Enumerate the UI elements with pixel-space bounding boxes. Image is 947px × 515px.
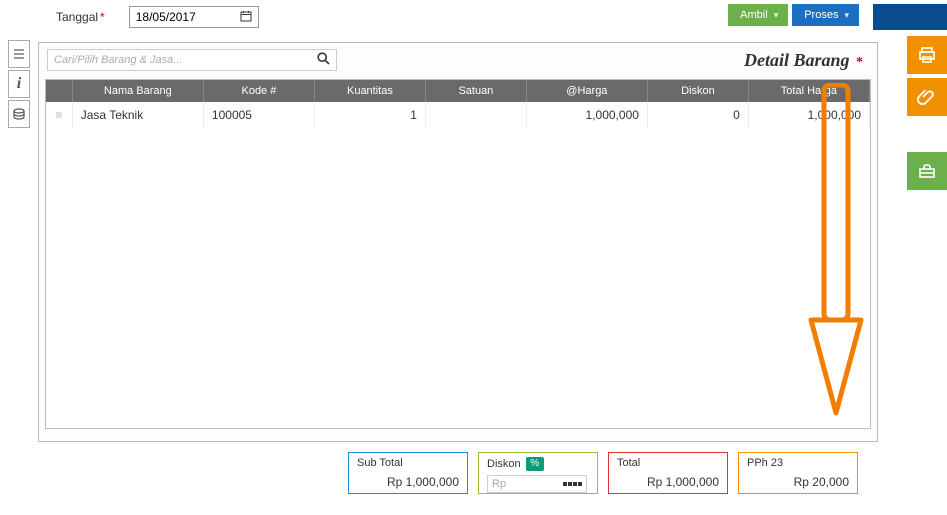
cell-nama[interactable]: Jasa Teknik bbox=[72, 102, 203, 128]
chevron-down-icon: ▾ bbox=[774, 10, 779, 21]
required-star: * bbox=[100, 10, 105, 24]
summary-subtotal-value: Rp 1,000,000 bbox=[387, 475, 459, 489]
col-harga[interactable]: @Harga bbox=[526, 80, 647, 102]
search-icon[interactable] bbox=[317, 52, 330, 68]
col-nama[interactable]: Nama Barang bbox=[72, 80, 203, 102]
items-grid[interactable]: Nama Barang Kode # Kuantitas Satuan @Har… bbox=[45, 79, 871, 429]
left-tab-info[interactable]: i bbox=[8, 70, 30, 98]
summary-diskon-input[interactable]: Rp bbox=[487, 475, 587, 493]
panel-title: Detail Barang * bbox=[744, 50, 863, 71]
ambil-button[interactable]: Ambil▾ bbox=[728, 4, 788, 26]
cell-diskon[interactable]: 0 bbox=[647, 102, 748, 128]
left-tab-list[interactable] bbox=[8, 40, 30, 68]
summary-pph-label: PPh 23 bbox=[747, 457, 849, 469]
col-total[interactable]: Total Harga bbox=[748, 80, 869, 102]
col-diskon[interactable]: Diskon bbox=[647, 80, 748, 102]
rail-toolbox-button[interactable] bbox=[907, 152, 947, 190]
summary-total-value: Rp 1,000,000 bbox=[647, 475, 719, 489]
summary-pph-value: Rp 20,000 bbox=[794, 475, 849, 489]
calendar-icon[interactable] bbox=[240, 10, 252, 24]
rail-attachment-button[interactable] bbox=[907, 78, 947, 116]
col-handle bbox=[46, 80, 72, 102]
rail-print-button[interactable] bbox=[907, 36, 947, 74]
cell-kuantitas[interactable]: 1 bbox=[314, 102, 425, 128]
keypad-icon[interactable] bbox=[563, 482, 582, 486]
annotation-arrow bbox=[806, 83, 866, 428]
row-drag-icon[interactable]: ≡ bbox=[46, 102, 72, 128]
tanggal-field[interactable] bbox=[129, 6, 259, 28]
table-row[interactable]: ≡ Jasa Teknik 100005 1 1,000,000 0 1,000… bbox=[46, 102, 870, 128]
currency-placeholder: Rp bbox=[492, 478, 506, 490]
percent-badge[interactable]: % bbox=[526, 457, 544, 471]
col-kode[interactable]: Kode # bbox=[203, 80, 314, 102]
summary-diskon[interactable]: Diskon % Rp bbox=[478, 452, 598, 494]
col-kuantitas[interactable]: Kuantitas bbox=[314, 80, 425, 102]
summary-subtotal-label: Sub Total bbox=[357, 457, 459, 469]
header-accent-block bbox=[873, 4, 947, 30]
summary-total-label: Total bbox=[617, 457, 719, 469]
cell-satuan[interactable] bbox=[425, 102, 526, 128]
search-barang-input[interactable] bbox=[47, 49, 337, 71]
tanggal-input[interactable] bbox=[136, 10, 226, 24]
left-tab-stack[interactable] bbox=[8, 100, 30, 128]
summary-total: Total Rp 1,000,000 bbox=[608, 452, 728, 494]
cell-total[interactable]: 1,000,000 bbox=[748, 102, 869, 128]
tanggal-label: Tanggal* bbox=[56, 10, 105, 24]
cell-kode[interactable]: 100005 bbox=[203, 102, 314, 128]
summary-subtotal: Sub Total Rp 1,000,000 bbox=[348, 452, 468, 494]
summary-diskon-label: Diskon % bbox=[487, 457, 589, 471]
chevron-down-icon: ▾ bbox=[844, 10, 849, 21]
proses-button[interactable]: Proses▾ bbox=[792, 4, 859, 26]
search-barang-text[interactable] bbox=[54, 54, 311, 66]
summary-pph: PPh 23 Rp 20,000 bbox=[738, 452, 858, 494]
detail-barang-panel: Detail Barang * Nama Barang Kode # Kuant… bbox=[38, 42, 878, 442]
cell-harga[interactable]: 1,000,000 bbox=[526, 102, 647, 128]
col-satuan[interactable]: Satuan bbox=[425, 80, 526, 102]
